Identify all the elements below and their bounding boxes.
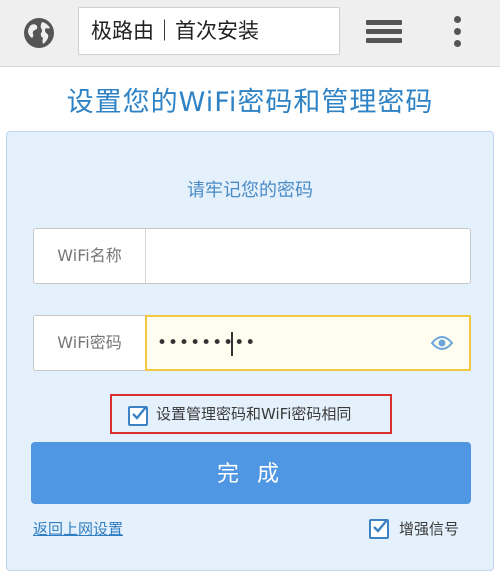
browser-toolbar: 极路由｜首次安装 xyxy=(0,0,500,67)
globe-icon[interactable] xyxy=(22,16,56,50)
checkmark-icon xyxy=(132,406,147,420)
boost-signal-checkbox[interactable] xyxy=(369,519,389,539)
password-setup-card: 请牢记您的密码 WiFi名称 WiFi密码 ••••••••• 设置管理密码和W… xyxy=(6,131,494,571)
same-password-checkbox[interactable] xyxy=(128,406,148,426)
eye-icon[interactable] xyxy=(431,335,453,351)
boost-signal-label: 增强信号 xyxy=(399,520,460,538)
card-subtitle: 请牢记您的密码 xyxy=(187,180,313,201)
menu-icon[interactable] xyxy=(454,16,464,50)
wifi-name-field: WiFi名称 xyxy=(33,228,471,284)
wifi-password-label: WiFi密码 xyxy=(34,316,146,370)
same-password-label: 设置管理密码和WiFi密码相同 xyxy=(156,405,352,423)
done-button[interactable]: 完 成 xyxy=(31,442,471,504)
page-title: 设置您的WiFi密码和管理密码 xyxy=(66,87,434,118)
wifi-password-input[interactable]: ••••••••• xyxy=(145,315,471,371)
wifi-name-label: WiFi名称 xyxy=(34,229,146,283)
back-to-network-settings-link[interactable]: 返回上网设置 xyxy=(33,518,123,539)
text-caret xyxy=(231,332,233,356)
wifi-password-field: WiFi密码 ••••••••• xyxy=(33,315,471,371)
password-mask: ••••••••• xyxy=(157,333,257,353)
tabs-icon[interactable] xyxy=(366,20,402,46)
wifi-name-input[interactable] xyxy=(146,229,470,283)
same-password-option[interactable]: 设置管理密码和WiFi密码相同 xyxy=(110,394,392,434)
address-bar[interactable]: 极路由｜首次安装 xyxy=(78,7,340,55)
boost-signal-option[interactable]: 增强信号 xyxy=(369,516,479,542)
checkmark-icon xyxy=(373,519,388,533)
